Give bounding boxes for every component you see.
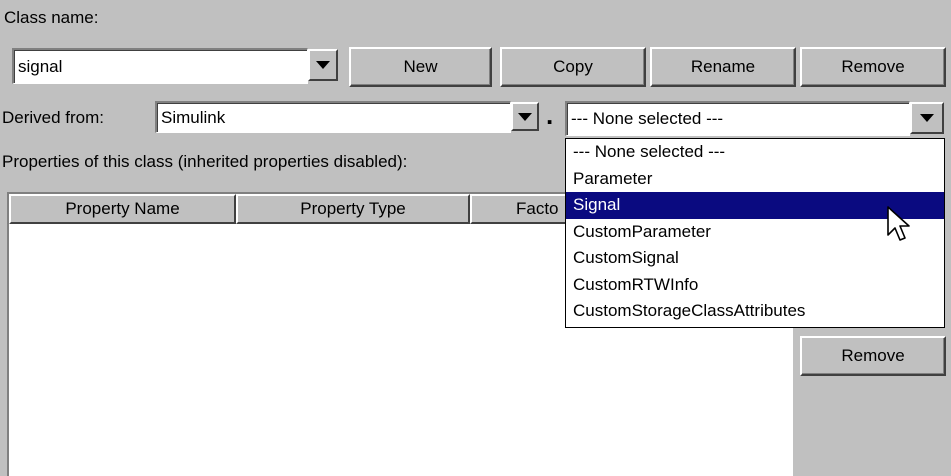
chevron-down-icon [518,112,532,121]
dropdown-option[interactable]: CustomStorageClassAttributes [566,298,944,325]
derived-class-value: --- None selected --- [571,109,724,128]
dropdown-option[interactable]: Parameter [566,166,944,193]
dropdown-option[interactable]: CustomSignal [566,245,944,272]
rename-button[interactable]: Rename [650,47,796,87]
derived-from-label: Derived from: [2,108,105,127]
class-name-value: signal [18,56,63,76]
derived-package-select[interactable]: Simulink [155,101,511,133]
package-class-separator: . [546,100,554,130]
chevron-down-icon [920,114,934,122]
dropdown-option[interactable]: CustomRTWInfo [566,272,944,299]
chevron-down-icon [316,61,330,69]
column-header-property-type[interactable]: Property Type [236,194,470,224]
derived-class-select[interactable]: --- None selected --- [565,101,910,136]
dropdown-option[interactable]: --- None selected --- [566,139,944,166]
derived-package-value: Simulink [161,107,226,127]
class-name-dropdown-arrow[interactable] [308,49,338,81]
remove-button[interactable]: Remove [800,47,946,87]
class-name-select[interactable]: signal [12,48,308,84]
copy-button[interactable]: Copy [500,47,646,87]
derived-class-dropdown-arrow[interactable] [910,102,944,134]
derived-package-dropdown-arrow[interactable] [511,102,539,131]
new-button[interactable]: New [349,47,492,87]
mouse-pointer-icon [887,206,910,241]
properties-label: Properties of this class (inherited prop… [2,152,408,171]
remove-property-button[interactable]: Remove [800,336,946,376]
class-name-label: Class name: [4,8,99,27]
column-header-property-name[interactable]: Property Name [9,194,236,224]
